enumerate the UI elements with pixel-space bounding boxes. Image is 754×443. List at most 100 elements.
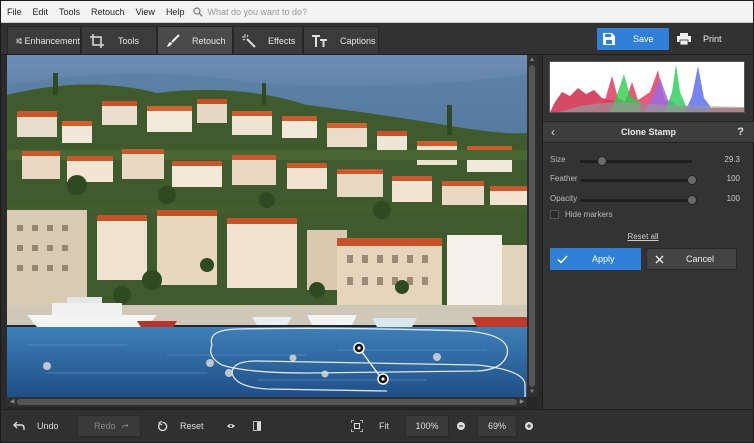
- hide-markers-checkbox[interactable]: Hide markers: [550, 210, 613, 219]
- undo-label: Undo: [37, 421, 59, 431]
- search-placeholder: What do you want to do?: [207, 6, 308, 17]
- tab-label: Tools: [118, 35, 140, 46]
- magic-wand-icon: [242, 33, 256, 48]
- reset-label: Reset: [180, 421, 204, 431]
- zoom-100-label: 100%: [415, 421, 439, 431]
- tab-label: Retouch: [192, 35, 226, 46]
- undo-button[interactable]: Undo: [7, 415, 71, 437]
- size-slider[interactable]: Size 29.3: [550, 155, 740, 169]
- reset-button[interactable]: Reset: [151, 415, 215, 437]
- save-label: Save: [633, 34, 654, 44]
- zoom-value: 69%: [487, 421, 506, 431]
- menu-help[interactable]: Help: [160, 7, 190, 17]
- checkbox-box[interactable]: [550, 210, 559, 219]
- tab-label: Effects: [268, 35, 296, 46]
- hide-markers-label: Hide markers: [565, 210, 613, 219]
- zoom-level-field[interactable]: 69%: [477, 415, 517, 437]
- tabs-bar: Enhancement Tools Retouch Effects Captio…: [1, 23, 753, 55]
- menu-retouch[interactable]: Retouch: [85, 7, 130, 17]
- zoom-in-button[interactable]: [519, 415, 539, 437]
- slider-knob[interactable]: [687, 175, 697, 185]
- cancel-button[interactable]: Cancel: [646, 248, 737, 270]
- bottom-toolbar: Undo Redo Reset Fit 100% 69%: [1, 409, 753, 442]
- menu-view[interactable]: View: [130, 7, 160, 17]
- print-label: Print: [703, 34, 722, 44]
- printer-icon: [677, 33, 691, 45]
- compare-icon: [253, 421, 261, 431]
- scroll-up-icon[interactable]: ▲: [527, 55, 537, 65]
- tab-label: Enhancement: [24, 35, 80, 46]
- print-button[interactable]: Print: [671, 28, 735, 50]
- vertical-scroll-thumb[interactable]: [529, 65, 535, 387]
- tab-effects[interactable]: Effects: [233, 26, 303, 54]
- slider-value: 100: [726, 174, 740, 183]
- preview-toggle[interactable]: [221, 415, 241, 437]
- save-button[interactable]: Save: [597, 28, 669, 50]
- feather-slider[interactable]: Feather 100: [550, 174, 740, 188]
- help-icon[interactable]: ?: [737, 126, 744, 138]
- menu-tools[interactable]: Tools: [53, 7, 85, 17]
- sliders-icon: [16, 37, 23, 44]
- cancel-label: Cancel: [686, 254, 715, 264]
- right-panel: ‹ Clone Stamp ? Size 29.3 Feather 100 Op…: [542, 55, 754, 409]
- photo-canvas[interactable]: [7, 55, 527, 397]
- slider-label: Opacity: [550, 194, 578, 203]
- fit-button[interactable]: Fit: [345, 415, 399, 437]
- slider-label: Size: [550, 155, 566, 164]
- apply-button[interactable]: Apply: [550, 248, 641, 270]
- zoom-in-icon: [525, 422, 533, 430]
- slider-knob[interactable]: [597, 156, 608, 166]
- undo-icon: [13, 421, 25, 430]
- checkmark-icon: [557, 254, 568, 264]
- horizontal-scrollbar[interactable]: ◀ ▶: [7, 397, 527, 407]
- tab-tools[interactable]: Tools: [81, 26, 157, 54]
- reset-icon: [157, 420, 168, 431]
- app-window: File Edit Tools Retouch View Help What d…: [0, 0, 754, 443]
- tab-label: Captions: [340, 35, 376, 46]
- menu-bar: File Edit Tools Retouch View Help What d…: [1, 1, 753, 23]
- slider-value: 100: [726, 194, 740, 203]
- redo-label: Redo: [94, 421, 116, 431]
- panel-title: Clone Stamp: [620, 127, 676, 137]
- zoom-out-button[interactable]: [451, 415, 471, 437]
- scroll-down-icon[interactable]: ▼: [527, 387, 537, 397]
- canvas-area[interactable]: ▲ ▼ ◀ ▶: [7, 55, 537, 409]
- redo-button[interactable]: Redo: [77, 415, 141, 437]
- scroll-right-icon[interactable]: ▶: [517, 397, 527, 407]
- apply-label: Apply: [592, 254, 615, 264]
- floppy-disk-icon: [603, 33, 615, 45]
- opacity-slider[interactable]: Opacity 100: [550, 194, 740, 208]
- slider-label: Feather: [550, 174, 578, 183]
- command-search[interactable]: What do you want to do?: [193, 7, 307, 17]
- zoom-out-icon: [457, 422, 465, 430]
- panel-header: ‹ Clone Stamp ?: [543, 121, 754, 143]
- harbor-town-photo: [7, 55, 527, 397]
- menu-edit[interactable]: Edit: [27, 7, 54, 17]
- close-icon: [655, 255, 664, 263]
- slider-track[interactable]: [580, 156, 692, 166]
- brush-icon: [167, 33, 180, 47]
- compare-toggle[interactable]: [247, 415, 267, 437]
- fit-label: Fit: [379, 421, 389, 431]
- redo-icon: [121, 423, 128, 429]
- tab-enhancement[interactable]: Enhancement: [7, 26, 81, 54]
- zoom-100-button[interactable]: 100%: [405, 415, 449, 437]
- histogram: [549, 61, 745, 113]
- slider-knob[interactable]: [687, 195, 697, 205]
- slider-value: 29.3: [724, 155, 740, 164]
- back-chevron-icon[interactable]: ‹: [551, 125, 555, 139]
- eye-icon: [227, 424, 235, 428]
- crop-icon: [90, 33, 104, 48]
- fit-screen-icon: [351, 420, 363, 432]
- scroll-left-icon[interactable]: ◀: [7, 397, 17, 407]
- tab-retouch[interactable]: Retouch: [157, 26, 233, 54]
- horizontal-scroll-thumb[interactable]: [17, 399, 517, 405]
- slider-track[interactable]: [580, 195, 697, 205]
- reset-all-link[interactable]: Reset all: [543, 232, 743, 241]
- vertical-scrollbar[interactable]: ▲ ▼: [527, 55, 537, 397]
- text-icon: [312, 34, 327, 47]
- search-icon: [193, 6, 204, 17]
- menu-file[interactable]: File: [1, 7, 27, 17]
- slider-track[interactable]: [580, 175, 697, 185]
- tab-captions[interactable]: Captions: [303, 26, 379, 54]
